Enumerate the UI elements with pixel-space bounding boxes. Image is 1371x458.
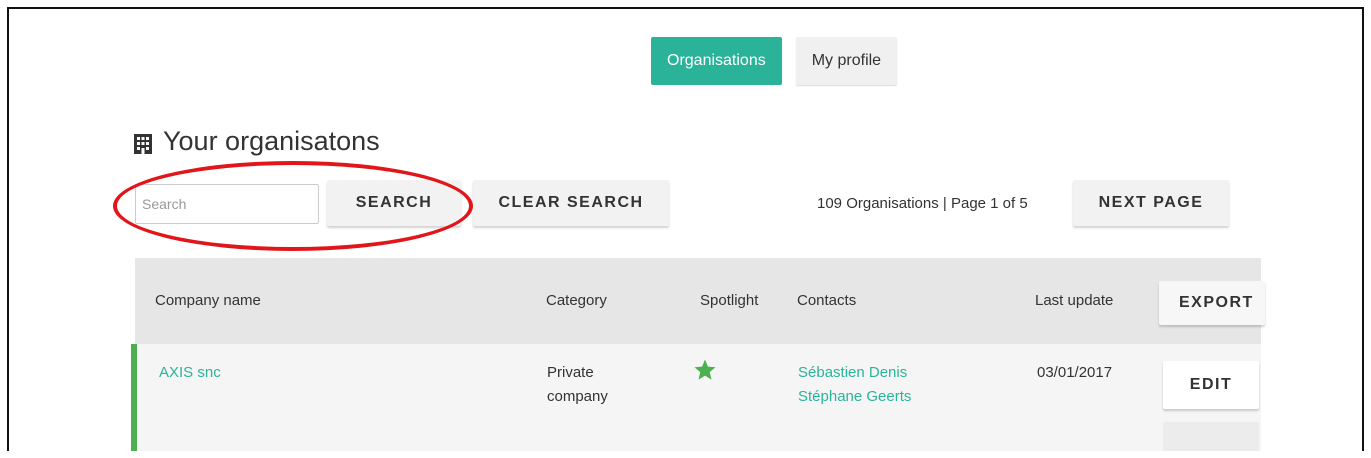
tab-my-profile[interactable]: My profile (795, 37, 898, 85)
table-header: Company name Category Spotlight Contacts… (135, 258, 1265, 344)
column-spotlight: Spotlight (700, 292, 759, 309)
last-update-value: 03/01/2017 (1037, 364, 1113, 381)
tab-organisations[interactable]: Organisations (651, 37, 782, 85)
contact-link[interactable]: Stéphane Geerts (798, 386, 911, 408)
building-icon (133, 131, 153, 154)
column-contacts: Contacts (797, 292, 857, 309)
column-last-update: Last update (1035, 292, 1114, 309)
search-button[interactable]: SEARCH (327, 180, 461, 226)
page-title-text: Your organisatons (163, 126, 380, 156)
company-name-link[interactable]: AXIS snc (159, 362, 221, 384)
category-line-1: Private (547, 364, 594, 381)
table-row: AXIS snc Private company Sébastien Denis… (131, 344, 1261, 451)
column-category: Category (546, 292, 607, 309)
results-summary: 109 Organisations | Page 1 of 5 (817, 195, 1028, 212)
category-line-2: company (547, 388, 608, 405)
row-action-button[interactable] (1163, 422, 1259, 451)
column-company-name: Company name (155, 292, 261, 309)
contact-link[interactable]: Sébastien Denis (798, 362, 907, 384)
next-page-button[interactable]: NEXT PAGE (1073, 180, 1229, 226)
page-title: Your organisatons (133, 126, 380, 157)
search-input[interactable] (135, 184, 319, 224)
clear-search-button[interactable]: CLEAR SEARCH (473, 180, 669, 226)
app-window: Organisations My profile Your organisato… (7, 7, 1364, 451)
main-tabs: Organisations My profile (651, 37, 898, 85)
export-button[interactable]: EXPORT (1159, 281, 1265, 325)
star-icon[interactable] (693, 358, 717, 382)
edit-button[interactable]: EDIT (1163, 361, 1259, 409)
